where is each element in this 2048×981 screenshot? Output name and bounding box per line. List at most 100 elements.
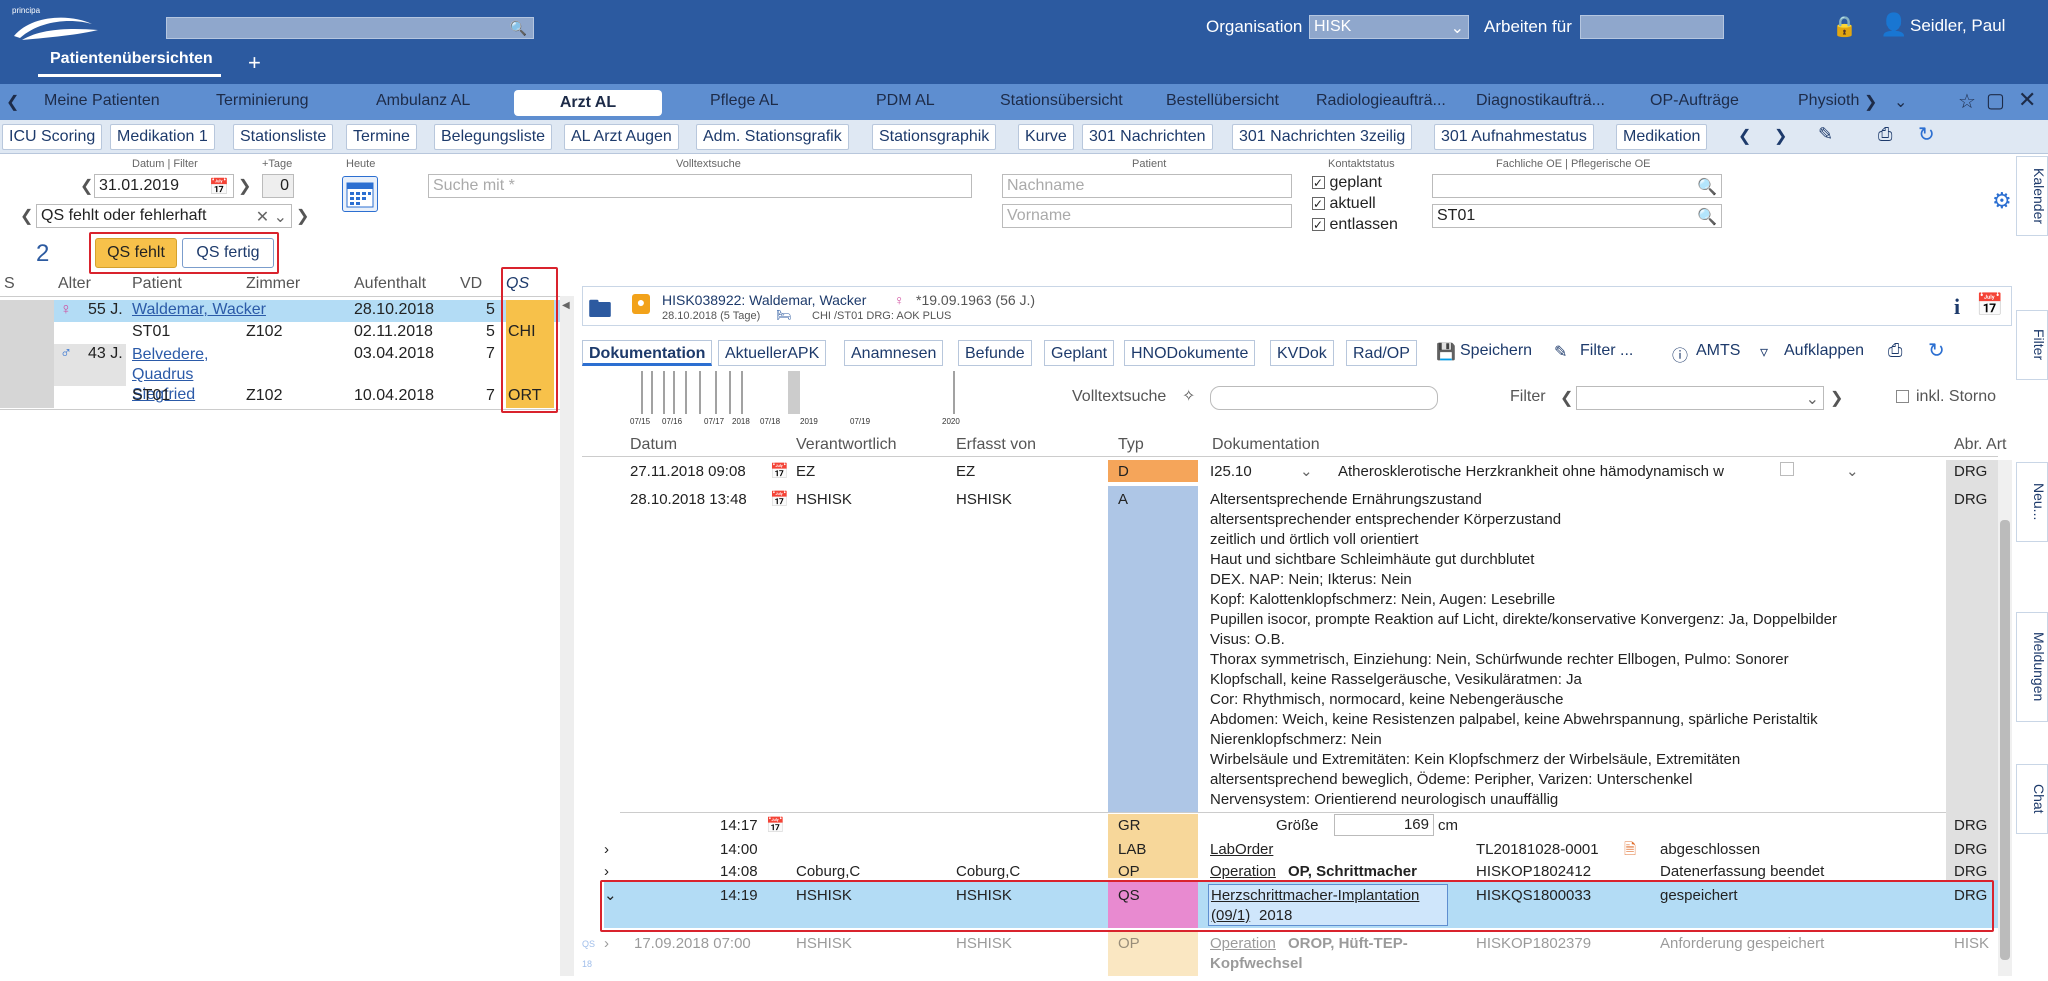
lock-icon[interactable]: 🔒 bbox=[1832, 14, 1857, 39]
lastname-input[interactable]: Nachname bbox=[1002, 174, 1292, 198]
expand-button[interactable]: Aufklappen bbox=[1784, 342, 1864, 360]
fulltext-input[interactable]: Suche mit * bbox=[428, 174, 972, 198]
doc-fulltext-input[interactable] bbox=[1210, 386, 1438, 410]
side-tab-new[interactable]: Neu... bbox=[2016, 462, 2048, 542]
doc-filter-next-icon[interactable]: ❯ bbox=[1830, 388, 1843, 408]
side-tab-calendar[interactable]: Kalender bbox=[2016, 156, 2048, 236]
folder-icon[interactable]: 🖿 bbox=[588, 292, 612, 333]
nav-item-pdm[interactable]: PDM AL bbox=[876, 92, 935, 110]
qs-done-button[interactable]: QS fertig bbox=[182, 238, 274, 268]
col-stay[interactable]: Aufenthalt bbox=[354, 275, 426, 293]
expand-row-icon[interactable]: › bbox=[604, 840, 609, 860]
info-icon[interactable]: i bbox=[1954, 294, 1960, 320]
global-search-input[interactable]: 🔍 bbox=[166, 17, 534, 39]
table-row[interactable]: QS 18 › 17.09.2018 07:00 HSHISK HSHISK OP… bbox=[582, 932, 2002, 978]
side-tab-chat[interactable]: Chat bbox=[2016, 764, 2048, 834]
oe-input-1[interactable]: 🔍 bbox=[1432, 174, 1722, 198]
subtab-eyes[interactable]: AL Arzt Augen bbox=[564, 124, 679, 150]
nav-item-arzt-al[interactable]: Arzt AL bbox=[514, 90, 662, 116]
nav-prev-icon[interactable]: ❮ bbox=[6, 92, 19, 112]
col-age[interactable]: Alter bbox=[58, 275, 91, 293]
date-next-icon[interactable]: ❯ bbox=[238, 176, 251, 196]
subtab-301-messages-3line[interactable]: 301 Nachrichten 3zeilig bbox=[1232, 124, 1413, 150]
nav-item-station-overview[interactable]: Stationsübersicht bbox=[1000, 92, 1123, 110]
nav-item-my-patients[interactable]: Meine Patienten bbox=[44, 92, 160, 110]
tab-rad-op[interactable]: Rad/OP bbox=[1346, 340, 1417, 366]
refresh-icon[interactable]: ↻ bbox=[1918, 122, 1935, 147]
filter-next-icon[interactable]: ❯ bbox=[296, 206, 309, 226]
edit-icon[interactable]: ✎ bbox=[1818, 124, 1833, 145]
nav-next-icon[interactable]: ❯ bbox=[1864, 92, 1877, 112]
patient-name-link[interactable]: Waldemar, Wacker bbox=[132, 301, 266, 319]
tab-anamnesis[interactable]: Anamnesen bbox=[844, 340, 944, 366]
qs-missing-button[interactable]: QS fehlt bbox=[95, 238, 177, 268]
date-prev-icon[interactable]: ❮ bbox=[80, 176, 93, 196]
tab-planned[interactable]: Geplant bbox=[1044, 340, 1115, 366]
col-billing-type[interactable]: Abr. Art bbox=[1954, 436, 2006, 454]
storno-checkbox[interactable] bbox=[1896, 390, 1909, 403]
filter-prev-icon[interactable]: ❮ bbox=[20, 206, 33, 226]
splitter[interactable]: ◀ bbox=[560, 296, 574, 976]
subtab-medication[interactable]: Medikation bbox=[1616, 124, 1708, 150]
col-s[interactable]: S bbox=[4, 275, 15, 293]
scrollbar-thumb[interactable] bbox=[2000, 520, 2010, 960]
contact-current-checkbox[interactable]: ✓ aktuell bbox=[1312, 195, 1376, 213]
print-icon[interactable]: ⎙ bbox=[1888, 340, 1902, 361]
nav-item-ambulanz[interactable]: Ambulanz AL bbox=[376, 92, 470, 110]
amts-button[interactable]: AMTS bbox=[1696, 342, 1740, 360]
diagnosis-code[interactable]: I25.10 bbox=[1210, 462, 1252, 482]
subtab-occupancy[interactable]: Belegungsliste bbox=[434, 124, 553, 150]
col-type[interactable]: Typ bbox=[1118, 436, 1144, 454]
timeline-chart[interactable]: 07/15 07/16 07/17 2018 07/18 2019 07/19 … bbox=[620, 366, 1000, 428]
nav-item-pflege[interactable]: Pflege AL bbox=[710, 92, 779, 110]
org-select[interactable]: HISK ⌄ bbox=[1309, 15, 1469, 39]
subtab-icu-scoring[interactable]: ICU Scoring bbox=[2, 124, 103, 150]
subtab-curve[interactable]: Kurve bbox=[1018, 124, 1074, 150]
plus-days-input[interactable]: 0 bbox=[262, 174, 294, 198]
brand-logo[interactable]: principa bbox=[12, 6, 102, 46]
col-recorded-by[interactable]: Erfasst von bbox=[956, 436, 1036, 454]
side-tab-messages[interactable]: Meldungen bbox=[2016, 612, 2048, 722]
document-icon[interactable]: 🗎 bbox=[1624, 840, 1636, 860]
today-calendar-icon[interactable] bbox=[342, 176, 378, 212]
col-responsible[interactable]: Verantwortlich bbox=[796, 436, 897, 454]
chevron-down-icon[interactable]: ⌄ bbox=[1846, 462, 1859, 482]
subtab-301-messages[interactable]: 301 Nachrichten bbox=[1082, 124, 1213, 150]
subtab-station-graphic[interactable]: Stationsgraphik bbox=[872, 124, 997, 150]
expand-row-icon[interactable]: › bbox=[604, 934, 609, 954]
add-tab-button[interactable]: + bbox=[248, 50, 261, 76]
table-row[interactable] bbox=[0, 300, 560, 322]
diag-checkbox[interactable] bbox=[1780, 462, 1794, 476]
refresh-icon[interactable]: ↻ bbox=[1928, 338, 1945, 363]
save-button[interactable]: Speichern bbox=[1460, 342, 1532, 360]
work-for-select[interactable] bbox=[1580, 15, 1724, 39]
height-input[interactable]: 169 bbox=[1334, 814, 1434, 836]
subtab-station-list[interactable]: Stationsliste bbox=[233, 124, 334, 150]
firstname-input[interactable]: Vorname bbox=[1002, 204, 1292, 228]
settings-gear-icon[interactable]: ⚙ bbox=[1992, 188, 2012, 214]
tab-findings[interactable]: Befunde bbox=[958, 340, 1032, 366]
tab-hno-documents[interactable]: HNODokumente bbox=[1124, 340, 1256, 366]
nav-item-op-orders[interactable]: OP-Aufträge bbox=[1650, 92, 1739, 110]
col-documentation[interactable]: Dokumentation bbox=[1212, 436, 1320, 454]
oe-input-2[interactable]: ST01 🔍 bbox=[1432, 204, 1722, 228]
nav-item-order-overview[interactable]: Bestellübersicht bbox=[1166, 92, 1279, 110]
subtab-301-admission-status[interactable]: 301 Aufnahmestatus bbox=[1434, 124, 1594, 150]
star-icon[interactable]: ☆ bbox=[1958, 89, 1976, 114]
col-room[interactable]: Zimmer bbox=[246, 275, 300, 293]
doc-filter-select[interactable]: ⌄ bbox=[1576, 386, 1824, 410]
calendar-add-icon[interactable]: 📅 bbox=[1976, 292, 2003, 318]
nav-more-icon[interactable]: ⌄ bbox=[1894, 92, 1907, 112]
subtab-appointments[interactable]: Termine bbox=[346, 124, 417, 150]
subtab-medication-1[interactable]: Medikation 1 bbox=[110, 124, 215, 150]
window-icon[interactable]: ▢ bbox=[1986, 88, 2005, 113]
nav-item-physio[interactable]: Physioth bbox=[1798, 92, 1859, 110]
doc-filter-prev-icon[interactable]: ❮ bbox=[1560, 388, 1573, 408]
operation-link[interactable]: Operation bbox=[1210, 862, 1276, 882]
date-input[interactable]: 31.01.2019 📅 bbox=[94, 174, 234, 198]
nav-item-radiology[interactable]: Radiologieaufträ... bbox=[1316, 92, 1446, 110]
expand-row-icon[interactable]: › bbox=[604, 862, 609, 882]
close-icon[interactable]: ✕ bbox=[2018, 87, 2036, 113]
filter-select[interactable]: QS fehlt oder fehlerhaft ✕ ⌄ bbox=[36, 204, 292, 228]
nav-item-scheduling[interactable]: Terminierung bbox=[216, 92, 308, 110]
